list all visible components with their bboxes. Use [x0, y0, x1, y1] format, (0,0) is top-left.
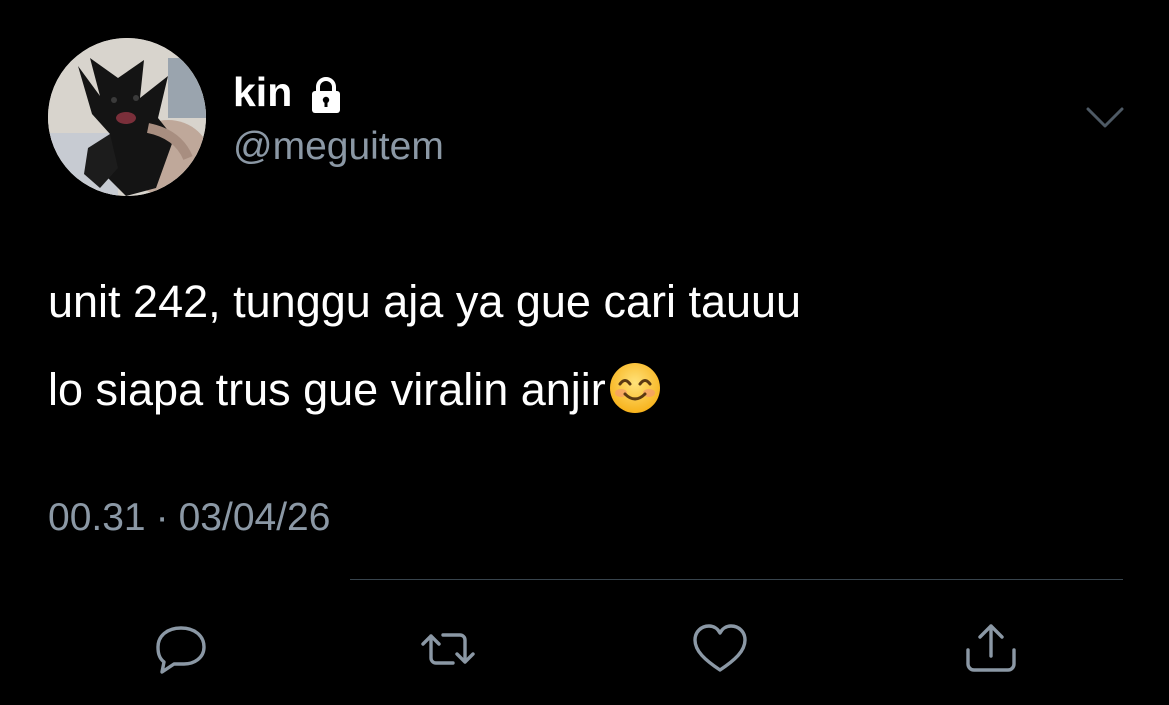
- chevron-down-icon[interactable]: [1085, 104, 1125, 132]
- speech-bubble-icon: [156, 626, 206, 674]
- smiling-face-emoji-icon: [608, 356, 662, 413]
- author-name-row: kin: [233, 68, 346, 116]
- share-button[interactable]: [960, 620, 1022, 676]
- reply-button[interactable]: [150, 620, 212, 676]
- meta-separator: ·: [155, 496, 169, 539]
- tweet-time: 00.31: [48, 496, 146, 539]
- tweet-text-line: unit 242, tunggu aja ya gue cari tauuu: [48, 276, 802, 327]
- cat-avatar-icon: [48, 38, 206, 196]
- retweet-button[interactable]: [417, 620, 479, 676]
- tweet-text-line: lo siapa trus gue viralin anjir: [48, 346, 1138, 434]
- retweet-icon: [421, 633, 475, 665]
- tweet-text-line-content: lo siapa trus gue viralin anjir: [48, 364, 606, 415]
- share-icon: [966, 624, 1016, 672]
- heart-icon: [693, 624, 747, 672]
- tweet-date: 03/04/26: [178, 496, 331, 539]
- divider: [350, 579, 1123, 580]
- avatar[interactable]: [48, 38, 206, 196]
- tweet-text: unit 242, tunggu aja ya gue cari tauuu l…: [48, 258, 1138, 434]
- user-handle[interactable]: @meguitem: [233, 124, 444, 170]
- tweet-timestamp[interactable]: 00.31 · 03/04/26: [48, 494, 330, 542]
- like-button[interactable]: [689, 620, 751, 676]
- display-name[interactable]: kin: [233, 68, 292, 116]
- lock-icon: [306, 75, 346, 115]
